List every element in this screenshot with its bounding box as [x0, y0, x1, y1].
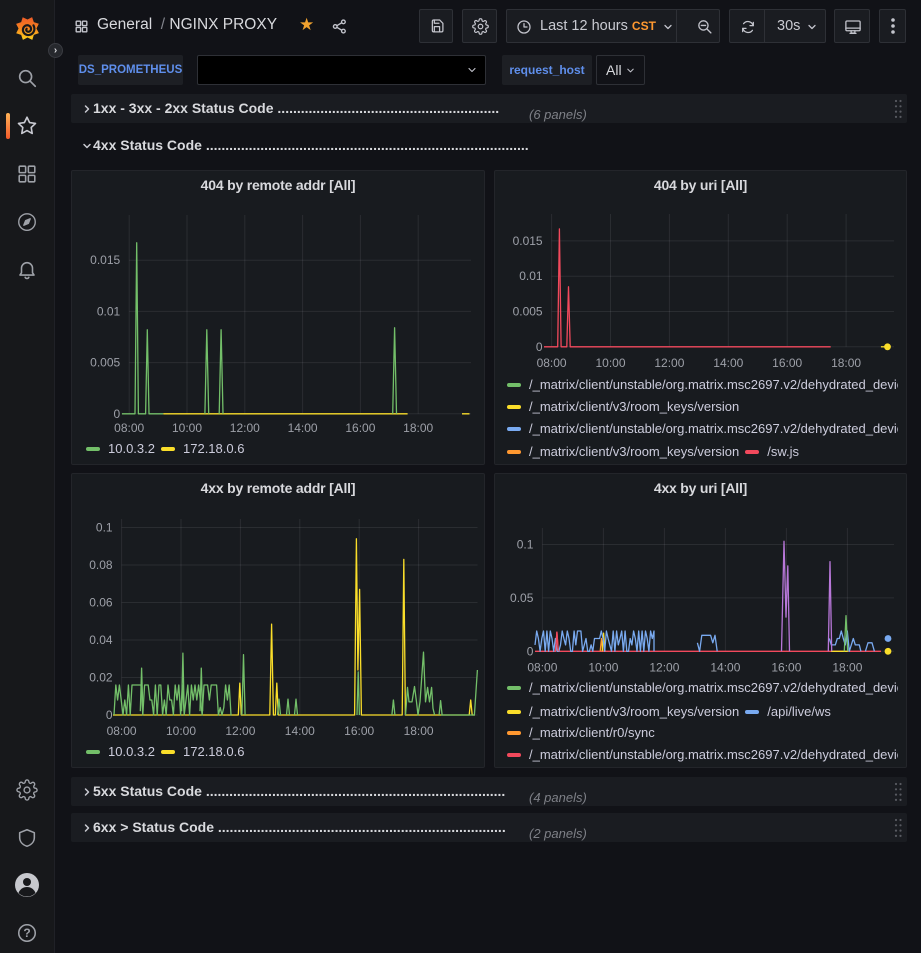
svg-text:14:00: 14:00	[285, 724, 315, 738]
svg-text:16:00: 16:00	[771, 660, 801, 674]
svg-text:0.08: 0.08	[89, 558, 113, 572]
svg-text:16:00: 16:00	[772, 356, 802, 370]
svg-text:18:00: 18:00	[831, 356, 861, 370]
svg-text:10:00: 10:00	[166, 724, 196, 738]
svg-text:0.005: 0.005	[513, 305, 543, 319]
svg-text:16:00: 16:00	[345, 421, 375, 435]
svg-text:0.01: 0.01	[97, 304, 121, 318]
svg-text:12:00: 12:00	[230, 421, 260, 435]
svg-text:08:00: 08:00	[537, 356, 567, 370]
svg-text:0.01: 0.01	[519, 269, 543, 283]
svg-text:0: 0	[536, 340, 543, 354]
svg-text:10:00: 10:00	[172, 421, 202, 435]
svg-text:0.005: 0.005	[90, 356, 120, 370]
svg-text:0.015: 0.015	[90, 253, 120, 267]
svg-text:0: 0	[114, 407, 121, 421]
svg-text:0.015: 0.015	[513, 234, 543, 248]
svg-text:12:00: 12:00	[649, 660, 679, 674]
svg-text:08:00: 08:00	[107, 724, 137, 738]
svg-text:14:00: 14:00	[713, 356, 743, 370]
svg-text:0: 0	[106, 708, 113, 722]
svg-text:0.02: 0.02	[89, 671, 113, 685]
svg-text:18:00: 18:00	[404, 724, 434, 738]
svg-text:0.04: 0.04	[89, 633, 113, 647]
svg-text:0.1: 0.1	[96, 521, 113, 535]
svg-text:10:00: 10:00	[588, 660, 618, 674]
svg-text:0: 0	[527, 644, 534, 658]
svg-text:0.1: 0.1	[517, 538, 534, 552]
svg-text:12:00: 12:00	[654, 356, 684, 370]
svg-text:18:00: 18:00	[832, 660, 862, 674]
svg-text:08:00: 08:00	[527, 660, 557, 674]
svg-text:12:00: 12:00	[225, 724, 255, 738]
svg-text:0.05: 0.05	[510, 591, 534, 605]
svg-text:08:00: 08:00	[114, 421, 144, 435]
svg-text:0.06: 0.06	[89, 596, 113, 610]
svg-text:16:00: 16:00	[344, 724, 374, 738]
svg-text:18:00: 18:00	[403, 421, 433, 435]
svg-text:10:00: 10:00	[595, 356, 625, 370]
svg-text:14:00: 14:00	[288, 421, 318, 435]
svg-text:14:00: 14:00	[710, 660, 740, 674]
